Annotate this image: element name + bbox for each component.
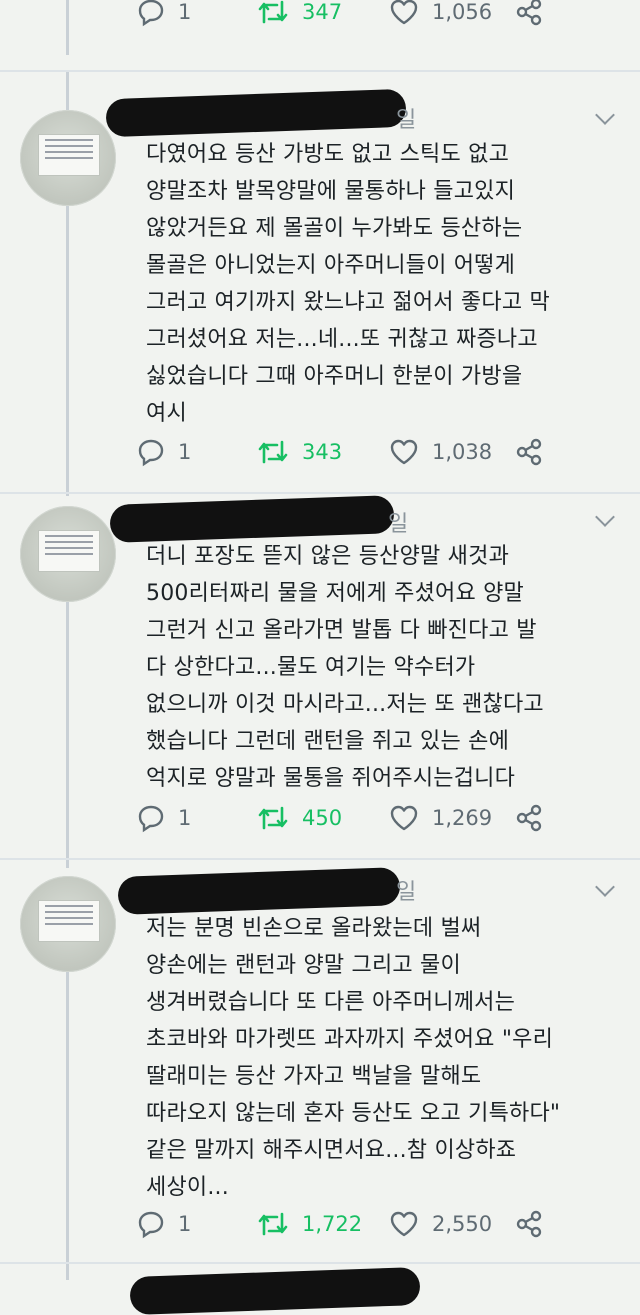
like-count: 1,038 xyxy=(432,440,493,464)
tweet-divider xyxy=(0,492,640,494)
tweet-date: 일 xyxy=(396,880,417,905)
share-button[interactable] xyxy=(514,0,544,32)
reply-icon xyxy=(138,439,164,467)
heart-icon xyxy=(390,0,418,25)
reply-icon xyxy=(138,0,164,27)
retweet-count: 347 xyxy=(302,0,343,24)
reply-icon xyxy=(138,805,164,833)
redacted-username xyxy=(105,88,407,138)
chevron-down-icon[interactable] xyxy=(595,877,615,897)
thread-line xyxy=(66,972,69,1280)
chevron-down-icon[interactable] xyxy=(595,507,615,527)
retweet-icon xyxy=(258,1212,288,1236)
thread-line xyxy=(66,0,69,55)
reply-count: 1 xyxy=(178,1212,192,1236)
tweet-text: 다였어요 등산 가방도 없고 스틱도 없고 양말조차 발목양말에 물통하나 들고… xyxy=(146,142,550,426)
like-button[interactable]: 1,038 xyxy=(388,432,492,472)
share-icon xyxy=(516,804,542,832)
avatar[interactable] xyxy=(20,110,116,206)
tweet-date: 일 xyxy=(396,108,417,133)
reply-button[interactable]: 1 xyxy=(136,1204,191,1244)
retweet-button[interactable]: 343 xyxy=(256,432,342,472)
reply-count: 1 xyxy=(178,440,192,464)
retweet-icon xyxy=(258,806,288,830)
reply-icon xyxy=(138,1211,164,1239)
like-count: 1,269 xyxy=(432,806,493,830)
retweet-count: 450 xyxy=(302,806,343,830)
retweet-count: 1,722 xyxy=(302,1212,363,1236)
tweet-actions: 1 343 1,038 xyxy=(136,432,596,472)
tweet-divider xyxy=(0,70,640,72)
tweet-text: 저는 분명 빈손으로 올라왔는데 벌써 양손에는 랜턴과 양말 그리고 물이 생… xyxy=(146,916,561,1200)
reply-count: 1 xyxy=(178,0,192,24)
like-count: 2,550 xyxy=(432,1212,493,1236)
share-button[interactable] xyxy=(514,432,544,472)
chevron-down-icon[interactable] xyxy=(595,105,615,125)
avatar[interactable] xyxy=(20,876,116,972)
tweet-date: 일 xyxy=(388,512,409,537)
retweet-button[interactable]: 1,722 xyxy=(256,1204,362,1244)
reply-count: 1 xyxy=(178,806,192,830)
like-button[interactable]: 2,550 xyxy=(388,1204,492,1244)
retweet-icon xyxy=(258,0,288,24)
reply-button[interactable]: 1 xyxy=(136,0,191,32)
heart-icon xyxy=(390,805,418,831)
redacted-username xyxy=(129,1266,421,1315)
share-button[interactable] xyxy=(514,798,544,838)
thread-line xyxy=(66,72,69,110)
thread-line xyxy=(66,206,69,496)
retweet-icon xyxy=(258,440,288,464)
reply-button[interactable]: 1 xyxy=(136,798,191,838)
tweet-text: 더니 포장도 뜯지 않은 등산양말 새것과 500리터짜리 물을 저에게 주셨어… xyxy=(146,544,544,791)
tweet-actions: 1 1,722 2,550 xyxy=(136,1204,596,1244)
retweet-button[interactable]: 450 xyxy=(256,798,342,838)
tweet-actions: 1 450 1,269 xyxy=(136,798,596,838)
tweet-divider xyxy=(0,1262,640,1264)
share-button[interactable] xyxy=(514,1204,544,1244)
redacted-username xyxy=(109,495,395,543)
retweet-button[interactable]: 347 xyxy=(256,0,342,32)
like-button[interactable]: 1,269 xyxy=(388,798,492,838)
tweet-divider xyxy=(0,858,640,860)
retweet-count: 343 xyxy=(302,440,343,464)
like-button[interactable]: 1,056 xyxy=(388,0,492,32)
reply-button[interactable]: 1 xyxy=(136,432,191,472)
like-count: 1,056 xyxy=(432,0,493,24)
thread-line xyxy=(66,602,69,868)
share-icon xyxy=(516,438,542,466)
share-icon xyxy=(516,1210,542,1238)
heart-icon xyxy=(390,1211,418,1237)
share-icon xyxy=(516,0,542,26)
avatar[interactable] xyxy=(20,506,116,602)
heart-icon xyxy=(390,439,418,465)
tweet-actions: 1 347 1,056 xyxy=(136,0,596,32)
redacted-username xyxy=(117,867,401,915)
